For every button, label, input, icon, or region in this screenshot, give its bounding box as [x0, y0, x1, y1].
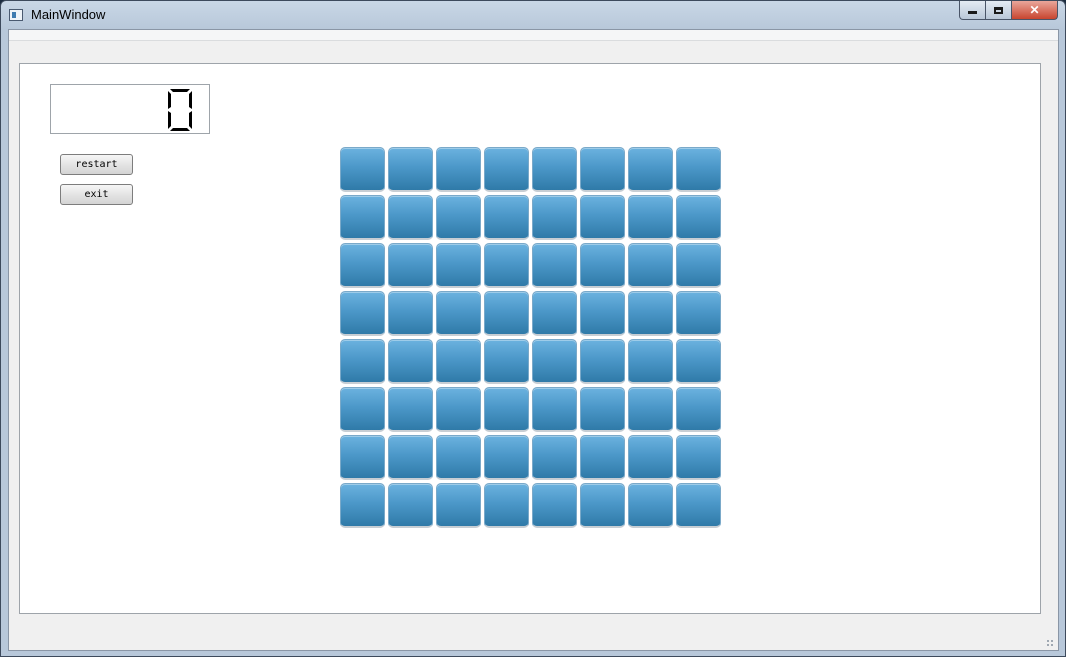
board-tile[interactable]: [628, 195, 673, 240]
board-tile[interactable]: [340, 195, 385, 240]
board-tile[interactable]: [676, 339, 721, 384]
board-tile[interactable]: [436, 339, 481, 384]
board-tile[interactable]: [532, 339, 577, 384]
board-tile[interactable]: [388, 195, 433, 240]
board-tile[interactable]: [484, 435, 529, 480]
board-tile[interactable]: [532, 387, 577, 432]
main-window: MainWindow ✕ restart exit: [0, 0, 1066, 657]
close-button[interactable]: ✕: [1012, 1, 1058, 20]
board-tile[interactable]: [340, 435, 385, 480]
app-icon: [9, 9, 23, 21]
board-tile[interactable]: [628, 339, 673, 384]
board-tile[interactable]: [628, 243, 673, 288]
board-tile[interactable]: [532, 291, 577, 336]
exit-button[interactable]: exit: [60, 184, 133, 205]
board-tile[interactable]: [676, 387, 721, 432]
board-tile[interactable]: [532, 243, 577, 288]
board-tile[interactable]: [388, 435, 433, 480]
window-controls: ✕: [959, 1, 1058, 21]
board-tile[interactable]: [676, 147, 721, 192]
board-tile[interactable]: [532, 195, 577, 240]
board-tile[interactable]: [580, 435, 625, 480]
lcd-digit: [168, 89, 192, 131]
board-tile[interactable]: [580, 147, 625, 192]
board-tile[interactable]: [484, 195, 529, 240]
board-tile[interactable]: [676, 483, 721, 528]
board-tile[interactable]: [340, 483, 385, 528]
board-tile[interactable]: [628, 483, 673, 528]
board-tile[interactable]: [388, 291, 433, 336]
board-tile[interactable]: [484, 291, 529, 336]
board-tile[interactable]: [436, 243, 481, 288]
board-tile[interactable]: [340, 339, 385, 384]
board-tile[interactable]: [340, 291, 385, 336]
board-tile[interactable]: [676, 195, 721, 240]
board-tile[interactable]: [388, 339, 433, 384]
lcd-score-display: 0: [50, 84, 210, 134]
board-tile[interactable]: [340, 243, 385, 288]
menu-bar[interactable]: [9, 30, 1058, 41]
board-tile[interactable]: [676, 291, 721, 336]
board-tile[interactable]: [580, 243, 625, 288]
board-tile[interactable]: [436, 435, 481, 480]
title-bar[interactable]: MainWindow ✕: [1, 1, 1065, 29]
board-tile[interactable]: [484, 387, 529, 432]
board-tile[interactable]: [580, 483, 625, 528]
board-tile[interactable]: [532, 147, 577, 192]
board-tile[interactable]: [340, 147, 385, 192]
board-tile[interactable]: [388, 243, 433, 288]
restart-button[interactable]: restart: [60, 154, 133, 175]
lcd-value: 0: [51, 85, 52, 86]
board-tile[interactable]: [484, 147, 529, 192]
board-tile[interactable]: [436, 291, 481, 336]
board-tile[interactable]: [484, 483, 529, 528]
board-tile[interactable]: [532, 435, 577, 480]
board-tile[interactable]: [532, 483, 577, 528]
minimize-button[interactable]: [959, 1, 986, 20]
board-tile[interactable]: [436, 195, 481, 240]
board-tile[interactable]: [676, 435, 721, 480]
board-tile[interactable]: [580, 387, 625, 432]
board-tile[interactable]: [628, 435, 673, 480]
board-tile[interactable]: [580, 195, 625, 240]
board-tile[interactable]: [388, 147, 433, 192]
board-tile[interactable]: [484, 243, 529, 288]
board-tile[interactable]: [628, 291, 673, 336]
maximize-icon: [994, 6, 1003, 14]
board-tile[interactable]: [436, 147, 481, 192]
central-frame: 0 restart exit: [19, 63, 1041, 614]
maximize-button[interactable]: [986, 1, 1012, 20]
board-tile[interactable]: [484, 339, 529, 384]
board-tile[interactable]: [580, 291, 625, 336]
board-tile[interactable]: [388, 387, 433, 432]
client-area: 0 restart exit: [8, 29, 1059, 651]
board-tile[interactable]: [676, 243, 721, 288]
window-title: MainWindow: [31, 7, 106, 22]
game-board: [340, 147, 721, 528]
board-tile[interactable]: [580, 339, 625, 384]
minimize-icon: [968, 11, 977, 14]
close-icon: ✕: [1029, 3, 1040, 17]
board-tile[interactable]: [388, 483, 433, 528]
board-tile[interactable]: [436, 483, 481, 528]
board-tile[interactable]: [628, 387, 673, 432]
resize-grip[interactable]: [1046, 639, 1054, 647]
board-tile[interactable]: [628, 147, 673, 192]
board-tile[interactable]: [340, 387, 385, 432]
board-tile[interactable]: [436, 387, 481, 432]
